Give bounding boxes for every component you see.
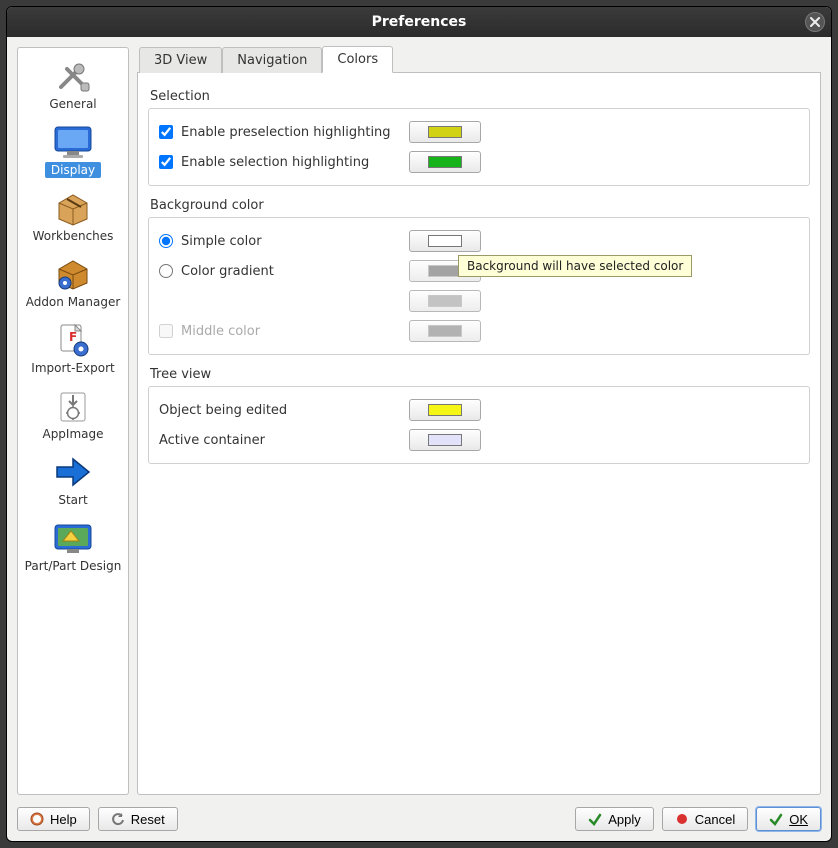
tooltip: Background will have selected color (458, 255, 692, 277)
color-swatch (428, 434, 462, 446)
color-swatch (428, 265, 462, 277)
category-part-design[interactable]: Part/Part Design (20, 514, 126, 576)
help-button[interactable]: Help (17, 807, 90, 831)
preselection-color-button[interactable] (409, 121, 481, 143)
ok-icon (769, 812, 783, 826)
selection-color-button[interactable] (409, 151, 481, 173)
color-swatch (428, 404, 462, 416)
object-edited-label: Object being edited (159, 403, 399, 418)
gradient-bottom-color-button (409, 290, 481, 312)
tab-navigation[interactable]: Navigation (222, 47, 322, 73)
simple-color-button[interactable] (409, 230, 481, 252)
active-container-color-button[interactable] (409, 429, 481, 451)
category-label: AppImage (36, 426, 109, 442)
middle-color-checkbox (159, 324, 173, 338)
category-label: Display (45, 162, 101, 178)
color-swatch (428, 235, 462, 247)
category-appimage[interactable]: AppImage (20, 382, 126, 444)
color-swatch (428, 295, 462, 307)
category-start[interactable]: Start (20, 448, 126, 510)
category-label: General (43, 96, 102, 112)
footer: Help Reset Apply Cancel OK (7, 805, 831, 841)
monitor-icon (51, 123, 95, 161)
category-sidebar: General Display Workbenches (17, 47, 129, 795)
category-label: Workbenches (27, 228, 120, 244)
preselection-checkbox-label[interactable]: Enable preselection highlighting (159, 125, 399, 140)
help-icon (30, 812, 44, 826)
check-icon (588, 812, 602, 826)
cancel-button[interactable]: Cancel (662, 807, 748, 831)
appimage-icon (53, 387, 93, 425)
preferences-window: Preferences General (6, 6, 832, 842)
category-general[interactable]: General (20, 52, 126, 114)
titlebar: Preferences (7, 7, 831, 37)
tools-icon (53, 57, 93, 95)
box-gear-icon (51, 255, 95, 293)
selection-checkbox[interactable] (159, 155, 173, 169)
box-closed-icon (53, 189, 93, 227)
category-label: Start (52, 492, 93, 508)
part-design-icon (51, 519, 95, 557)
category-display[interactable]: Display (20, 118, 126, 180)
category-label: Addon Manager (20, 294, 127, 310)
gradient-radio-label[interactable]: Color gradient (159, 264, 399, 279)
category-label: Import-Export (25, 360, 120, 376)
cancel-icon (675, 812, 689, 826)
color-swatch (428, 156, 462, 168)
preselection-checkbox[interactable] (159, 125, 173, 139)
category-import-export[interactable]: F Import-Export (20, 316, 126, 378)
apply-button[interactable]: Apply (575, 807, 654, 831)
simple-color-radio-label[interactable]: Simple color (159, 234, 399, 249)
category-workbenches[interactable]: Workbenches (20, 184, 126, 246)
group-treeview: Object being edited Active container (148, 386, 810, 464)
tab-content: Selection Enable preselection highlighti… (137, 73, 821, 795)
tab-colors[interactable]: Colors (322, 46, 393, 73)
reset-button[interactable]: Reset (98, 807, 178, 831)
content-area: General Display Workbenches (7, 37, 831, 805)
arrow-right-icon (51, 453, 95, 491)
simple-color-radio[interactable] (159, 234, 173, 248)
import-export-icon: F (53, 321, 93, 359)
group-label-treeview: Tree view (150, 367, 810, 382)
category-label: Part/Part Design (19, 558, 128, 574)
object-edited-color-button[interactable] (409, 399, 481, 421)
group-label-selection: Selection (150, 89, 810, 104)
tab-3d-view[interactable]: 3D View (139, 47, 222, 73)
middle-color-checkbox-label: Middle color (159, 324, 399, 339)
svg-text:F: F (69, 330, 77, 344)
group-label-background: Background color (150, 198, 810, 213)
active-container-label: Active container (159, 433, 399, 448)
close-icon (810, 17, 820, 27)
main-panel: 3D View Navigation Colors Selection Enab… (137, 47, 821, 795)
gradient-radio[interactable] (159, 264, 173, 278)
window-close-button[interactable] (805, 12, 825, 32)
tab-bar: 3D View Navigation Colors (137, 47, 821, 73)
reset-icon (111, 812, 125, 826)
window-title: Preferences (372, 14, 467, 30)
group-background: Simple color Color gradient (148, 217, 810, 355)
color-swatch (428, 126, 462, 138)
ok-button[interactable]: OK (756, 807, 821, 831)
category-addon-manager[interactable]: Addon Manager (20, 250, 126, 312)
middle-color-button (409, 320, 481, 342)
selection-checkbox-label[interactable]: Enable selection highlighting (159, 155, 399, 170)
group-selection: Enable preselection highlighting Enable … (148, 108, 810, 186)
color-swatch (428, 325, 462, 337)
